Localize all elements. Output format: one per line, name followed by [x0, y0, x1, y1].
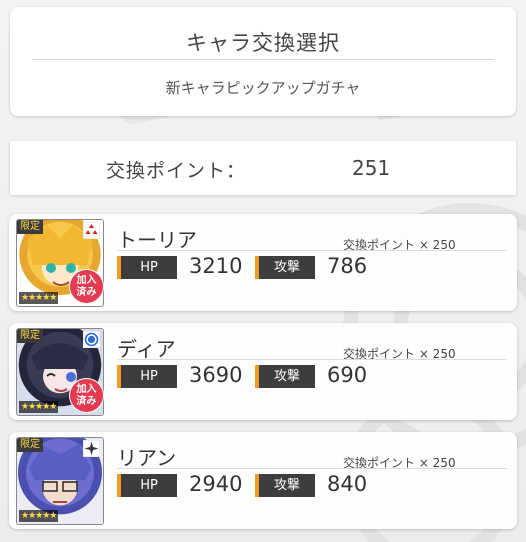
character-card-toria[interactable]: 限定 ★★★★★ 加入 済み トーリア 交換ポイント × 250 HP 3210… [9, 214, 517, 311]
rarity-stars: ★★★★★ [19, 401, 59, 413]
rarity-stars: ★★★★★ [19, 292, 59, 304]
character-name: トーリア [117, 228, 197, 252]
character-name: ディア [117, 337, 176, 361]
gacha-name: 新キャラピックアップガチャ [165, 79, 361, 97]
attack-label: 攻撃 [255, 474, 315, 497]
hp-label: HP [117, 474, 177, 497]
attack-label: 攻撃 [255, 256, 315, 279]
limited-tag: 限定 [17, 438, 43, 452]
attack-value: 840 [327, 472, 368, 496]
limited-tag: 限定 [17, 329, 43, 343]
header-card: キャラ交換選択 新キャラピックアップガチャ [10, 7, 516, 116]
limited-tag: 限定 [17, 220, 43, 234]
name-divider [117, 250, 507, 251]
dark-star-icon [83, 440, 100, 457]
header-divider [32, 59, 494, 60]
attack-label: 攻撃 [255, 365, 315, 388]
blue-circle-icon [83, 331, 100, 348]
character-card-dia[interactable]: 限定 ★★★★★ 加入 済み ディア 交換ポイント × 250 HP 3690 … [9, 323, 517, 420]
exchange-points-value: 251 [352, 156, 391, 180]
joined-badge: 加入 済み [69, 269, 104, 304]
character-name: リアン [117, 446, 177, 470]
red-diamond-icon [83, 222, 100, 239]
page-title: キャラ交換選択 [186, 31, 340, 55]
hp-value: 3210 [189, 254, 243, 278]
hp-label: HP [117, 256, 177, 279]
attack-value: 786 [327, 254, 368, 278]
exchange-points-label: 交換ポイント： [106, 160, 247, 182]
attack-value: 690 [327, 363, 368, 387]
rarity-stars: ★★★★★ [19, 510, 59, 522]
hp-value: 3690 [189, 363, 243, 387]
joined-badge: 加入 済み [69, 378, 104, 413]
name-divider [117, 468, 507, 469]
exchange-points-card: 交換ポイント： 251 [10, 141, 516, 195]
character-card-rian[interactable]: 限定 ★★★★★ リアン 交換ポイント × 250 HP 2940 攻撃 840 [9, 432, 517, 529]
name-divider [117, 359, 507, 360]
hp-value: 2940 [189, 472, 243, 496]
hp-label: HP [117, 365, 177, 388]
